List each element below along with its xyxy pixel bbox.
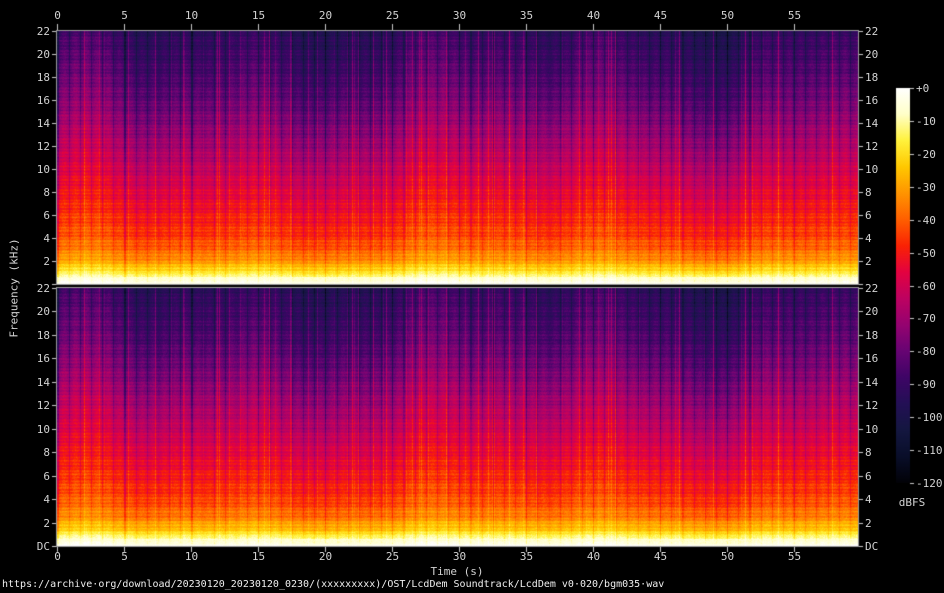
freq-tick-label-right: 2 bbox=[865, 254, 872, 268]
freq-tick-label-right: 14 bbox=[865, 116, 879, 130]
freq-tick-label-right: 14 bbox=[865, 375, 879, 389]
freq-tick-label-right: 4 bbox=[865, 492, 872, 506]
colorbar-tick-label: -70 bbox=[916, 312, 936, 325]
spectrogram-canvas bbox=[0, 0, 944, 593]
freq-tick-label-left: 2 bbox=[43, 516, 50, 530]
time-tick-label-top: 55 bbox=[787, 9, 802, 22]
time-tick-label-top: 0 bbox=[54, 9, 61, 22]
frequency-axis-title: Frequency (kHz) bbox=[7, 238, 21, 338]
freq-tick-label-left: 20 bbox=[36, 304, 50, 318]
time-tick-label-bottom: 15 bbox=[251, 550, 266, 563]
freq-tick-label-right: 2 bbox=[865, 516, 872, 530]
time-tick-label-top: 35 bbox=[519, 9, 534, 22]
freq-tick-label-left: 16 bbox=[36, 351, 50, 365]
time-tick-label-bottom: 20 bbox=[318, 550, 333, 563]
freq-tick-label-left: 8 bbox=[43, 445, 50, 459]
freq-tick-label-left: 2 bbox=[43, 254, 50, 268]
freq-tick-label-right: 10 bbox=[865, 422, 879, 436]
freq-tick-label-left: 14 bbox=[36, 116, 50, 130]
source-url-caption: https://archive·org/download/20230120_20… bbox=[2, 579, 665, 590]
time-tick-label-bottom: 30 bbox=[452, 550, 467, 563]
time-tick-label-top: 15 bbox=[251, 9, 266, 22]
freq-tick-label-right: 6 bbox=[865, 469, 872, 483]
freq-tick-label-right: 8 bbox=[865, 445, 872, 459]
freq-tick-label-left: 14 bbox=[36, 375, 50, 389]
time-tick-label-top: 20 bbox=[318, 9, 333, 22]
time-tick-label-bottom: 55 bbox=[787, 550, 802, 563]
time-tick-label-bottom: 5 bbox=[121, 550, 128, 563]
freq-tick-label-left: 18 bbox=[36, 70, 50, 84]
freq-tick-label-right: 22 bbox=[865, 281, 879, 295]
freq-tick-label-right: 20 bbox=[865, 47, 879, 61]
freq-tick-label-left: 6 bbox=[43, 469, 50, 483]
freq-tick-label-left: 8 bbox=[43, 185, 50, 199]
time-tick-label-bottom: 25 bbox=[385, 550, 400, 563]
freq-tick-label-left: 22 bbox=[36, 24, 50, 38]
colorbar-tick-label: -60 bbox=[916, 280, 936, 293]
time-tick-label-bottom: 45 bbox=[653, 550, 668, 563]
freq-tick-label-left: 18 bbox=[36, 328, 50, 342]
freq-tick-label-left: DC bbox=[36, 539, 50, 553]
time-tick-label-top: 50 bbox=[720, 9, 735, 22]
freq-tick-label-left: 4 bbox=[43, 231, 50, 245]
freq-tick-label-right: 18 bbox=[865, 328, 879, 342]
colorbar-tick-label: -80 bbox=[916, 345, 936, 358]
freq-tick-label-right: 8 bbox=[865, 185, 872, 199]
time-tick-label-bottom: 10 bbox=[184, 550, 199, 563]
time-tick-label-top: 25 bbox=[385, 9, 400, 22]
time-tick-label-bottom: 0 bbox=[54, 550, 61, 563]
freq-tick-label-right: 12 bbox=[865, 139, 879, 153]
colorbar-tick-label: -110 bbox=[916, 444, 943, 457]
time-tick-label-bottom: 50 bbox=[720, 550, 735, 563]
colorbar-tick-label: -30 bbox=[916, 181, 936, 194]
colorbar-tick-label: -40 bbox=[916, 214, 936, 227]
time-tick-label-top: 10 bbox=[184, 9, 199, 22]
colorbar-tick-label: -10 bbox=[916, 115, 936, 128]
freq-tick-label-right: 18 bbox=[865, 70, 879, 84]
freq-tick-label-right: 16 bbox=[865, 93, 879, 107]
time-tick-label-bottom: 35 bbox=[519, 550, 534, 563]
freq-tick-label-left: 12 bbox=[36, 139, 50, 153]
colorbar-tick-label: -50 bbox=[916, 247, 936, 260]
time-axis-title: Time (s) bbox=[430, 565, 484, 578]
freq-tick-label-right: 22 bbox=[865, 24, 879, 38]
colorbar-tick-label: +0 bbox=[916, 82, 930, 95]
freq-tick-label-right: 16 bbox=[865, 351, 879, 365]
freq-tick-label-left: 16 bbox=[36, 93, 50, 107]
time-tick-label-top: 45 bbox=[653, 9, 668, 22]
freq-tick-label-right: 10 bbox=[865, 162, 879, 176]
freq-tick-label-left: 22 bbox=[36, 281, 50, 295]
colorbar-unit-label: dBFS bbox=[898, 496, 926, 509]
freq-tick-label-left: 10 bbox=[36, 162, 50, 176]
freq-tick-label-left: 4 bbox=[43, 492, 50, 506]
time-tick-label-top: 5 bbox=[121, 9, 128, 22]
freq-tick-label-right: 6 bbox=[865, 208, 872, 222]
freq-tick-label-left: 10 bbox=[36, 422, 50, 436]
freq-tick-label-right: 12 bbox=[865, 398, 879, 412]
colorbar-tick-label: -90 bbox=[916, 378, 936, 391]
time-tick-label-top: 40 bbox=[586, 9, 601, 22]
freq-tick-label-left: 20 bbox=[36, 47, 50, 61]
colorbar-tick-label: -120 bbox=[916, 477, 943, 490]
colorbar-tick-label: -100 bbox=[916, 411, 943, 424]
freq-tick-label-right: 4 bbox=[865, 231, 872, 245]
colorbar-tick-label: -20 bbox=[916, 148, 936, 161]
freq-tick-label-right: DC bbox=[865, 539, 879, 553]
time-tick-label-top: 30 bbox=[452, 9, 467, 22]
freq-tick-label-left: 6 bbox=[43, 208, 50, 222]
time-tick-label-bottom: 40 bbox=[586, 550, 601, 563]
spectrogram-window: 0 0 5 5 10 10 15 15 20 20 25 25 30 30 35 35 40 40 45 45 50 50… bbox=[0, 0, 944, 593]
freq-tick-label-right: 20 bbox=[865, 304, 879, 318]
freq-tick-label-left: 12 bbox=[36, 398, 50, 412]
